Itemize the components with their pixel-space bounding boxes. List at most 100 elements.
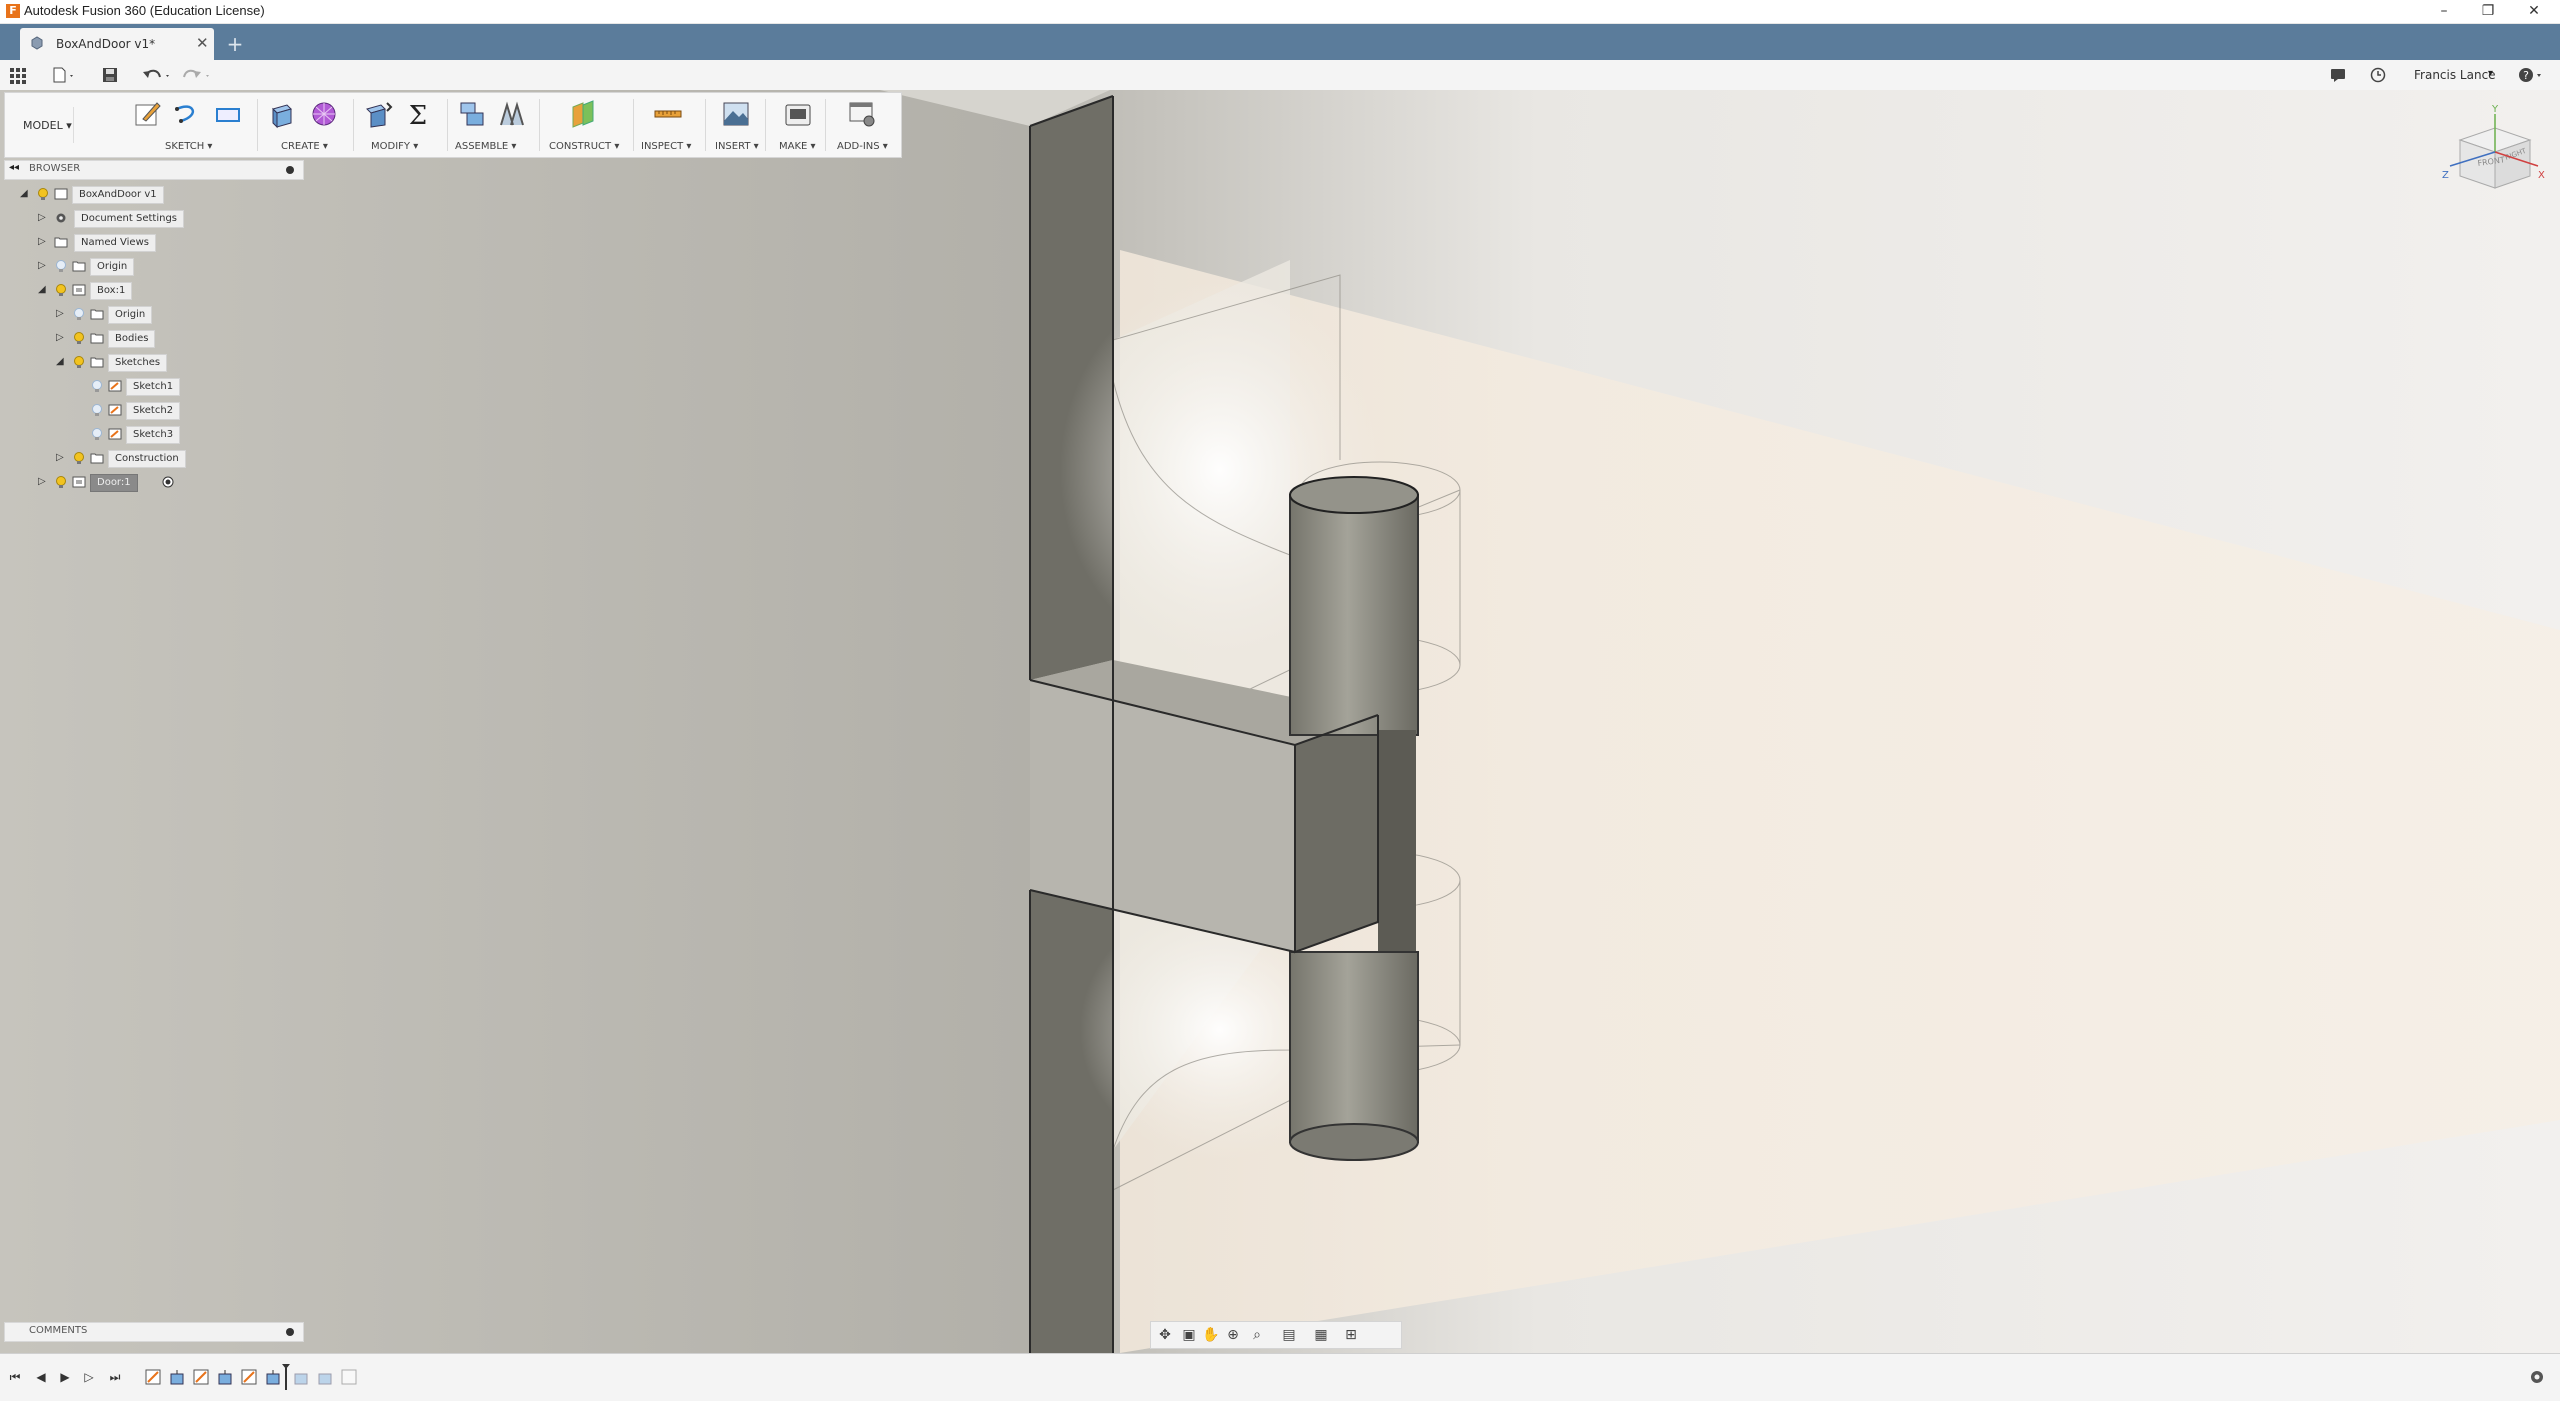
display-settings-icon[interactable]: ▤ <box>1279 1326 1299 1344</box>
minimize-button[interactable]: – <box>2424 1 2464 21</box>
timeline-marker-handle[interactable] <box>282 1364 290 1390</box>
construct-group-label[interactable]: CONSTRUCT ▾ <box>549 141 619 152</box>
timeline-sketch-feature-icon[interactable] <box>240 1368 258 1386</box>
rectangle-icon[interactable] <box>213 99 243 129</box>
step-back-icon[interactable]: ◀ <box>32 1368 50 1386</box>
comments-pin-icon[interactable] <box>285 1327 295 1337</box>
joint-icon[interactable] <box>497 99 527 129</box>
grid-snaps-icon[interactable]: ▦ <box>1311 1326 1331 1344</box>
close-tab-icon[interactable]: ✕ <box>196 34 209 52</box>
timeline-suppressed-feature-icon[interactable] <box>292 1368 310 1386</box>
undo-icon[interactable] <box>142 67 174 83</box>
data-panel-grid-icon[interactable] <box>10 68 26 84</box>
timeline-extrude-feature-icon[interactable] <box>264 1368 282 1386</box>
visibility-bulb-icon[interactable] <box>54 259 68 273</box>
canvas-viewport[interactable] <box>0 90 2560 1353</box>
user-menu-caret-icon[interactable]: ▾ <box>2488 68 2493 79</box>
visibility-bulb-icon[interactable] <box>72 307 86 321</box>
insert-canvas-icon[interactable] <box>721 99 751 129</box>
workspace-switcher[interactable]: MODEL ▾ <box>13 107 74 143</box>
browser-panel-header[interactable]: ◂◂ BROWSER <box>4 160 304 180</box>
inspect-group-label[interactable]: INSPECT ▾ <box>641 141 691 152</box>
assemble-group-label[interactable]: ASSEMBLE ▾ <box>455 141 516 152</box>
collapsed-triangle-icon[interactable]: ▷ <box>38 476 50 488</box>
expanded-triangle-icon[interactable]: ◢ <box>56 356 68 368</box>
look-at-icon[interactable]: ▣ <box>1179 1326 1199 1344</box>
new-tab-button[interactable]: + <box>224 34 246 56</box>
folder-icon <box>90 453 104 464</box>
timeline-sketch-feature-icon[interactable] <box>144 1368 162 1386</box>
view-cube[interactable]: FRONT RIGHT Y X Z <box>2440 100 2550 200</box>
job-status-clock-icon[interactable] <box>2370 67 2386 83</box>
fit-zoom-icon[interactable]: ⌕ <box>1247 1326 1267 1344</box>
notifications-icon[interactable] <box>2330 67 2346 83</box>
document-tab[interactable]: BoxAndDoor v1* ✕ <box>20 28 214 60</box>
gear-icon <box>56 213 66 223</box>
ribbon-toolbar: MODEL ▾ SKETCH ▾ CREATE ▾ Σ MODIFY ▾ ASS… <box>4 92 902 158</box>
help-icon[interactable]: ? <box>2518 67 2546 83</box>
pan-hand-icon[interactable]: ✋ <box>1201 1326 1221 1344</box>
new-component-icon[interactable] <box>457 99 487 129</box>
play-icon[interactable]: ▶ <box>56 1368 74 1386</box>
visibility-bulb-icon[interactable] <box>54 475 68 489</box>
visibility-bulb-icon[interactable] <box>90 427 104 441</box>
collapsed-triangle-icon[interactable]: ▷ <box>38 236 50 248</box>
collapsed-triangle-icon[interactable]: ▷ <box>56 332 68 344</box>
close-window-button[interactable]: ✕ <box>2514 1 2554 21</box>
go-to-end-icon[interactable]: ⏭ <box>106 1368 124 1386</box>
activate-component-radio-icon[interactable] <box>162 476 174 488</box>
timeline-extrude-feature-icon[interactable] <box>216 1368 234 1386</box>
orbit-icon[interactable]: ✥ <box>1155 1326 1175 1344</box>
form-sculpt-icon[interactable] <box>309 99 339 129</box>
collapse-browser-icon[interactable]: ◂◂ <box>9 162 19 173</box>
timeline-settings-gear-icon[interactable] <box>2528 1368 2546 1386</box>
visibility-bulb-icon[interactable] <box>36 187 50 201</box>
step-forward-icon[interactable]: ▷ <box>80 1368 98 1386</box>
visibility-bulb-icon[interactable] <box>72 355 86 369</box>
expanded-triangle-icon[interactable]: ◢ <box>20 188 32 200</box>
restore-button[interactable]: ❐ <box>2468 1 2508 21</box>
collapsed-triangle-icon[interactable]: ▷ <box>56 452 68 464</box>
timeline-suppressed-feature-icon[interactable] <box>340 1368 358 1386</box>
3d-print-icon[interactable] <box>783 99 813 129</box>
insert-group-label[interactable]: INSERT ▾ <box>715 141 759 152</box>
user-name[interactable]: Francis Lance <box>2414 68 2496 82</box>
visibility-bulb-icon[interactable] <box>54 283 68 297</box>
sketch-node-icon <box>108 404 122 416</box>
sketch-group-label[interactable]: SKETCH ▾ <box>165 141 212 152</box>
visibility-bulb-icon[interactable] <box>72 331 86 345</box>
collapsed-triangle-icon[interactable]: ▷ <box>38 212 50 224</box>
expanded-triangle-icon[interactable]: ◢ <box>38 284 50 296</box>
comments-title: COMMENTS <box>29 1325 88 1336</box>
file-menu-icon[interactable] <box>52 67 76 83</box>
visibility-bulb-icon[interactable] <box>90 379 104 393</box>
modify-sigma-icon[interactable]: Σ <box>403 99 433 129</box>
go-to-start-icon[interactable]: ⏮ <box>6 1368 24 1386</box>
create-sketch-icon[interactable] <box>133 99 163 129</box>
make-group-label[interactable]: MAKE ▾ <box>779 141 816 152</box>
modify-group-label[interactable]: MODIFY ▾ <box>371 141 418 152</box>
comments-panel-header[interactable]: COMMENTS <box>4 1322 304 1342</box>
timeline-sketch-feature-icon[interactable] <box>192 1368 210 1386</box>
redo-icon[interactable] <box>182 67 214 83</box>
scripts-addins-icon[interactable] <box>847 99 877 129</box>
title-bar: F Autodesk Fusion 360 (Education License… <box>0 0 2560 24</box>
extrude-icon[interactable] <box>267 99 297 129</box>
timeline-extrude-feature-icon[interactable] <box>168 1368 186 1386</box>
measure-icon[interactable] <box>653 99 683 129</box>
save-icon[interactable] <box>102 67 118 83</box>
visibility-bulb-icon[interactable] <box>72 451 86 465</box>
press-pull-icon[interactable] <box>363 99 393 129</box>
viewports-icon[interactable]: ⊞ <box>1341 1326 1361 1344</box>
line-arc-icon[interactable] <box>173 99 203 129</box>
create-group-label[interactable]: CREATE ▾ <box>281 141 328 152</box>
timeline-suppressed-feature-icon[interactable] <box>316 1368 334 1386</box>
zoom-icon[interactable]: ⊕ <box>1223 1326 1243 1344</box>
tree-label: Sketches <box>108 354 168 372</box>
collapsed-triangle-icon[interactable]: ▷ <box>56 308 68 320</box>
browser-pin-icon[interactable] <box>285 165 295 175</box>
visibility-bulb-icon[interactable] <box>90 403 104 417</box>
collapsed-triangle-icon[interactable]: ▷ <box>38 260 50 272</box>
addins-group-label[interactable]: ADD-INS ▾ <box>837 141 888 152</box>
offset-plane-icon[interactable] <box>569 99 599 129</box>
